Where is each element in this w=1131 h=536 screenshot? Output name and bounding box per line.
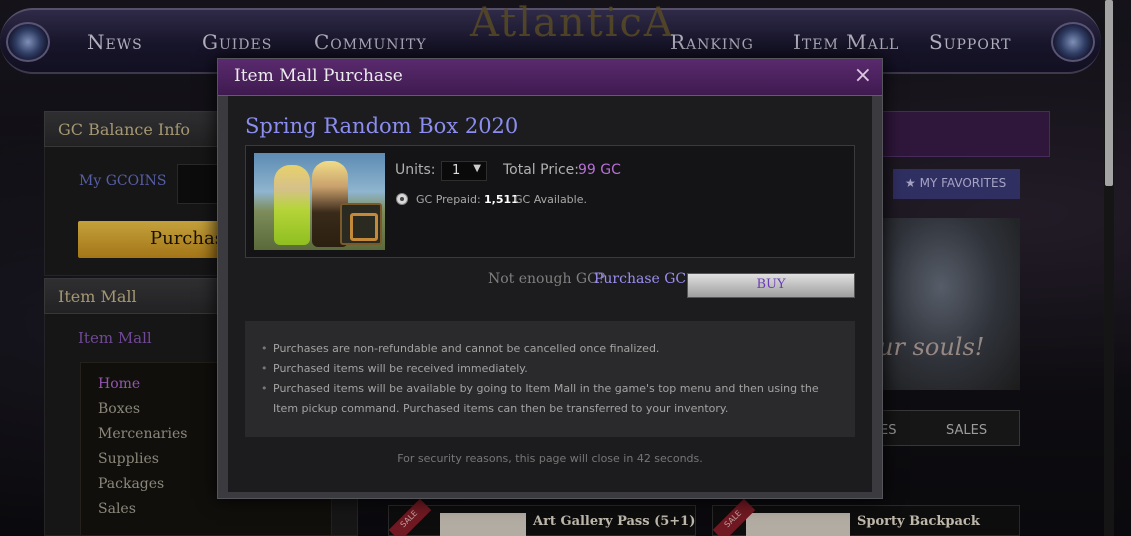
gc-prepaid-radio[interactable] (396, 193, 408, 205)
gc-available-label: GC Available. (514, 193, 587, 206)
total-price-value: 99 GC (578, 162, 621, 178)
product-name: Spring Random Box 2020 (245, 114, 519, 138)
purchase-gc-link[interactable]: Purchase GC (594, 271, 686, 287)
modal-body: Spring Random Box 2020 Units: 1 ▼ Total … (228, 96, 872, 492)
modal-header: Item Mall Purchase × (218, 59, 882, 96)
product-image (254, 153, 385, 250)
units-label: Units: (395, 162, 436, 178)
security-timeout-text: For security reasons, this page will clo… (397, 452, 703, 465)
close-icon[interactable]: × (854, 63, 872, 88)
gc-prepaid-label: GC Prepaid: (416, 193, 481, 206)
units-select[interactable]: 1 ▼ (441, 161, 487, 181)
notice-list: Purchases are non-refundable and cannot … (261, 339, 841, 419)
notice-item: Purchased items will be available by goi… (261, 379, 841, 419)
product-details: Units: 1 ▼ Total Price: 99 GC GC Prepaid… (245, 145, 855, 258)
total-price-label: Total Price: (503, 162, 580, 178)
buy-button[interactable]: BUY (687, 273, 855, 298)
modal-title: Item Mall Purchase (234, 66, 403, 86)
purchase-notices: Purchases are non-refundable and cannot … (245, 321, 855, 437)
random-box-icon (340, 203, 382, 245)
not-enough-gc-text: Not enough GC? (488, 271, 606, 287)
dropdown-caret-icon: ▼ (473, 163, 481, 174)
character-female-figure (274, 165, 310, 245)
purchase-modal: Item Mall Purchase × Spring Random Box 2… (217, 58, 883, 499)
units-value: 1 (452, 163, 461, 178)
notice-item: Purchased items will be received immedia… (261, 359, 841, 379)
notice-item: Purchases are non-refundable and cannot … (261, 339, 841, 359)
